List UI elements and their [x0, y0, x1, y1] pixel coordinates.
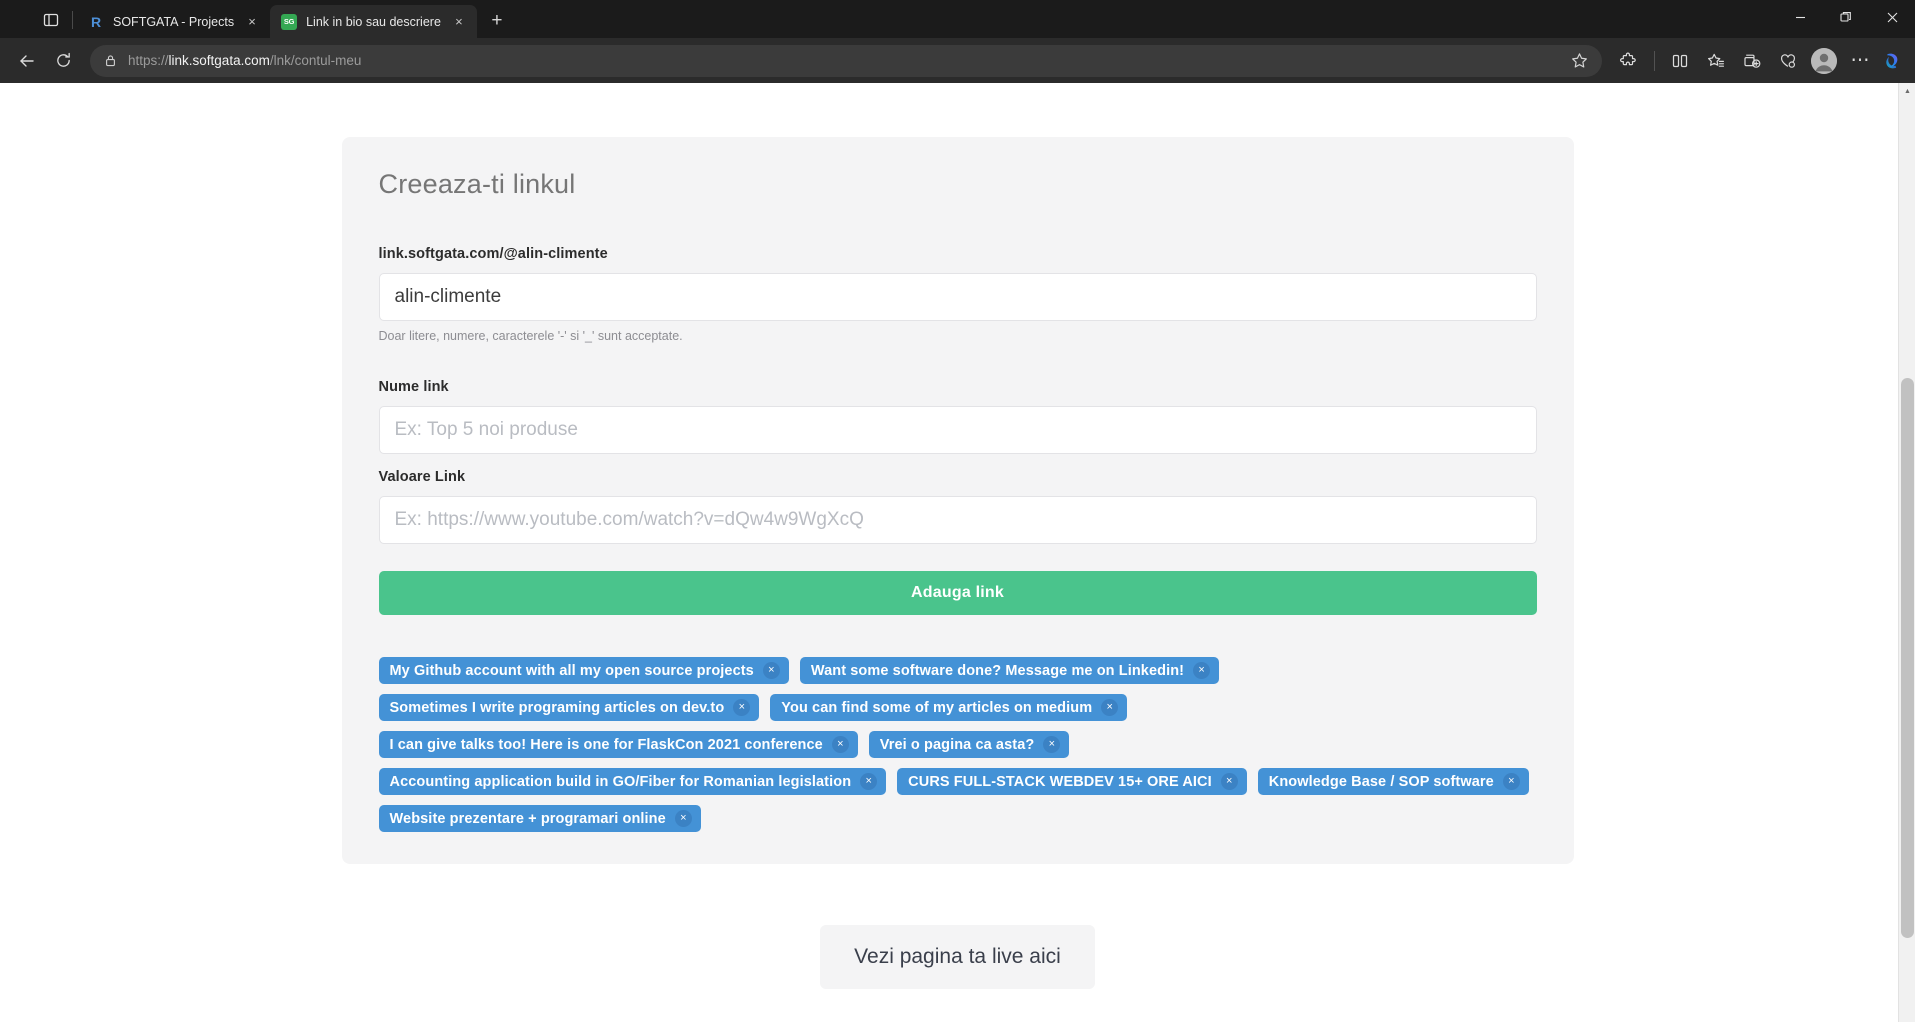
browser-tab-1[interactable]: SG Link in bio sau descriere × [270, 5, 477, 38]
link-name-input[interactable] [379, 406, 1537, 454]
field-spacer [379, 454, 1537, 469]
remove-tag-icon[interactable]: × [675, 810, 692, 827]
page-viewport: Creeaza-ti linkul link.softgata.com/@ali… [0, 83, 1915, 1022]
remove-tag-icon[interactable]: × [1101, 699, 1118, 716]
address-bar[interactable]: https://link.softgata.com/lnk/contul-meu [90, 45, 1602, 77]
tag-label: Want some software done? Message me on L… [811, 663, 1184, 679]
url-scheme: https:// [128, 53, 169, 68]
link-name-label: Nume link [379, 379, 1537, 395]
create-link-form: link.softgata.com/@alin-climente Doar li… [379, 246, 1537, 832]
copilot-icon[interactable] [1879, 48, 1905, 74]
list-item[interactable]: Sometimes I write programing articles on… [379, 694, 760, 721]
remove-tag-icon[interactable]: × [832, 736, 849, 753]
remove-tag-icon[interactable]: × [860, 773, 877, 790]
list-item[interactable]: Knowledge Base / SOP software × [1258, 768, 1529, 795]
close-window-button[interactable] [1869, 0, 1915, 34]
username-label: link.softgata.com/@alin-climente [379, 246, 1537, 262]
list-item[interactable]: My Github account with all my open sourc… [379, 657, 789, 684]
tag-label: I can give talks too! Here is one for Fl… [390, 737, 823, 753]
tag-label: My Github account with all my open sourc… [390, 663, 754, 679]
softgata-link-favicon: SG [281, 14, 297, 30]
maximize-restore-button[interactable] [1823, 0, 1869, 34]
list-item[interactable]: Website prezentare + programari online × [379, 805, 701, 832]
url-path: /lnk/contul-meu [270, 53, 362, 68]
remove-tag-icon[interactable]: × [1043, 736, 1060, 753]
page-title: Creeaza-ti linkul [379, 169, 1556, 200]
softgata-projects-favicon: R [88, 14, 104, 30]
tag-label: Accounting application build in GO/Fiber… [390, 774, 852, 790]
remove-tag-icon[interactable]: × [1221, 773, 1238, 790]
tab-title: SOFTGATA - Projects [113, 15, 234, 29]
tab-divider [72, 11, 73, 29]
favorites-star-icon[interactable] [1562, 44, 1596, 78]
tab-strip: R SOFTGATA - Projects × SG Link in bio s… [0, 0, 1915, 38]
browser-window: R SOFTGATA - Projects × SG Link in bio s… [0, 0, 1915, 1022]
window-controls [1777, 0, 1915, 34]
link-value-label: Valoare Link [379, 469, 1537, 485]
extensions-puzzle-icon[interactable] [1612, 44, 1646, 78]
lock-icon [104, 54, 117, 67]
remove-tag-icon[interactable]: × [1193, 662, 1210, 679]
list-item[interactable]: Accounting application build in GO/Fiber… [379, 768, 887, 795]
link-value-input[interactable] [379, 496, 1537, 544]
tab-close-icon[interactable]: × [449, 12, 469, 32]
page-scrollbar[interactable]: ▲ [1898, 83, 1915, 1022]
create-link-card: Creeaza-ti linkul link.softgata.com/@ali… [342, 137, 1574, 864]
profile-avatar-icon[interactable] [1807, 44, 1841, 78]
tab-actions-icon[interactable] [34, 5, 68, 35]
list-item[interactable]: I can give talks too! Here is one for Fl… [379, 731, 858, 758]
list-item[interactable]: You can find some of my articles on medi… [770, 694, 1127, 721]
view-live-page-button[interactable]: Vezi pagina ta live aici [820, 925, 1095, 989]
username-input[interactable] [379, 273, 1537, 321]
tag-label: Vrei o pagina ca asta? [880, 737, 1035, 753]
toolbar-separator [1654, 51, 1655, 71]
collections-favorites-icon[interactable] [1699, 44, 1733, 78]
username-helper-text: Doar litere, numere, caracterele '-' si … [379, 329, 1537, 343]
tag-label: Website prezentare + programari online [390, 811, 666, 827]
add-to-collections-icon[interactable] [1735, 44, 1769, 78]
list-item[interactable]: Vrei o pagina ca asta? × [869, 731, 1070, 758]
navigation-toolbar: https://link.softgata.com/lnk/contul-meu [0, 38, 1915, 83]
reload-button[interactable] [46, 44, 80, 78]
list-item[interactable]: CURS FULL-STACK WEBDEV 15+ ORE AICI × [897, 768, 1247, 795]
new-tab-button[interactable]: + [483, 7, 511, 35]
scrollbar-thumb[interactable] [1901, 378, 1914, 938]
remove-tag-icon[interactable]: × [733, 699, 750, 716]
tab-close-icon[interactable]: × [242, 12, 262, 32]
toolbar-actions: ⋯ [1612, 44, 1905, 78]
remove-tag-icon[interactable]: × [763, 662, 780, 679]
url-host: link.softgata.com [169, 53, 270, 68]
tab-title: Link in bio sau descriere [306, 15, 441, 29]
settings-and-more-icon[interactable]: ⋯ [1843, 44, 1877, 78]
minimize-button[interactable] [1777, 0, 1823, 34]
page-content: Creeaza-ti linkul link.softgata.com/@ali… [0, 83, 1915, 1022]
links-tag-list: My Github account with all my open sourc… [379, 657, 1537, 832]
tag-label: Sometimes I write programing articles on… [390, 700, 725, 716]
tag-label: CURS FULL-STACK WEBDEV 15+ ORE AICI [908, 774, 1212, 790]
remove-tag-icon[interactable]: × [1503, 773, 1520, 790]
split-screen-icon[interactable] [1663, 44, 1697, 78]
browser-tab-0[interactable]: R SOFTGATA - Projects × [77, 5, 270, 38]
tag-label: Knowledge Base / SOP software [1269, 774, 1494, 790]
avatar [1811, 48, 1837, 74]
tag-label: You can find some of my articles on medi… [781, 700, 1092, 716]
list-item[interactable]: Want some software done? Message me on L… [800, 657, 1219, 684]
add-link-button[interactable]: Adauga link [379, 571, 1537, 615]
scroll-up-icon[interactable]: ▲ [1899, 83, 1915, 100]
back-button[interactable] [10, 44, 44, 78]
browser-essentials-icon[interactable] [1771, 44, 1805, 78]
address-bar-url: https://link.softgata.com/lnk/contul-meu [128, 53, 1562, 68]
